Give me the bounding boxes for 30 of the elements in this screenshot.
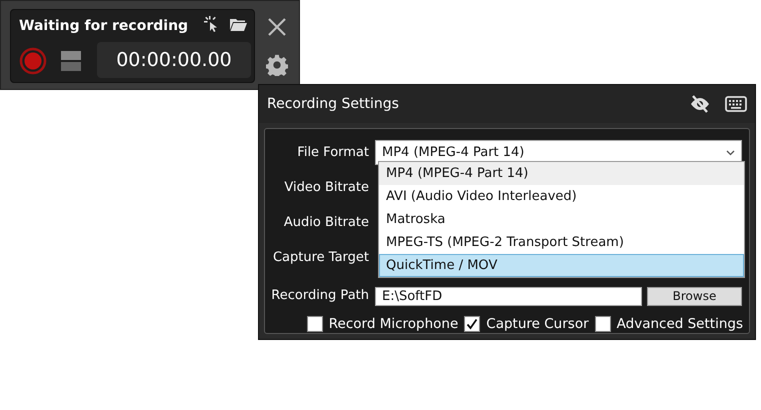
dropdown-option[interactable]: MPEG-TS (MPEG-2 Transport Stream) [379, 231, 744, 254]
field-label: Capture Target [272, 248, 370, 267]
checkbox[interactable] [306, 316, 323, 332]
checkbox[interactable] [464, 316, 480, 332]
stop-button[interactable] [61, 51, 81, 71]
panel-title: Recording Settings [267, 94, 399, 114]
settings-icon[interactable] [266, 54, 288, 76]
field-label: Audio Bitrate [282, 214, 370, 232]
path-field[interactable]: E:\SoftFD [375, 286, 642, 306]
browse-button[interactable]: Browse [647, 286, 742, 306]
dropdown-option[interactable]: AVI (Audio Video Interleaved) [379, 185, 744, 208]
close-icon[interactable] [267, 17, 287, 37]
eye-slash-icon[interactable] [689, 95, 711, 113]
dropdown-option[interactable]: Matroska [379, 208, 744, 231]
field-label: File Format [296, 144, 370, 162]
field-label: Video Bitrate [283, 178, 370, 197]
dropdown-option[interactable]: MP4 (MPEG-4 Part 14) [379, 162, 744, 185]
checkbox-label: Advanced Settings [616, 315, 743, 334]
checkbox-label: Record Microphone [328, 315, 458, 334]
cursor-click-icon[interactable] [204, 16, 218, 32]
timer-display: 00:00:00.00 [97, 42, 251, 78]
checkbox-label: Capture Cursor [486, 315, 589, 334]
checkbox[interactable] [594, 316, 611, 332]
chevron-down-icon[interactable] [726, 150, 735, 156]
status-text: Waiting for recording [19, 17, 188, 36]
keyboard-icon[interactable] [725, 96, 747, 112]
folder-icon[interactable] [230, 18, 247, 31]
dropdown-option[interactable]: QuickTime / MOV [379, 254, 744, 277]
field-label: Recording Path [270, 287, 370, 306]
record-button[interactable] [19, 47, 47, 75]
